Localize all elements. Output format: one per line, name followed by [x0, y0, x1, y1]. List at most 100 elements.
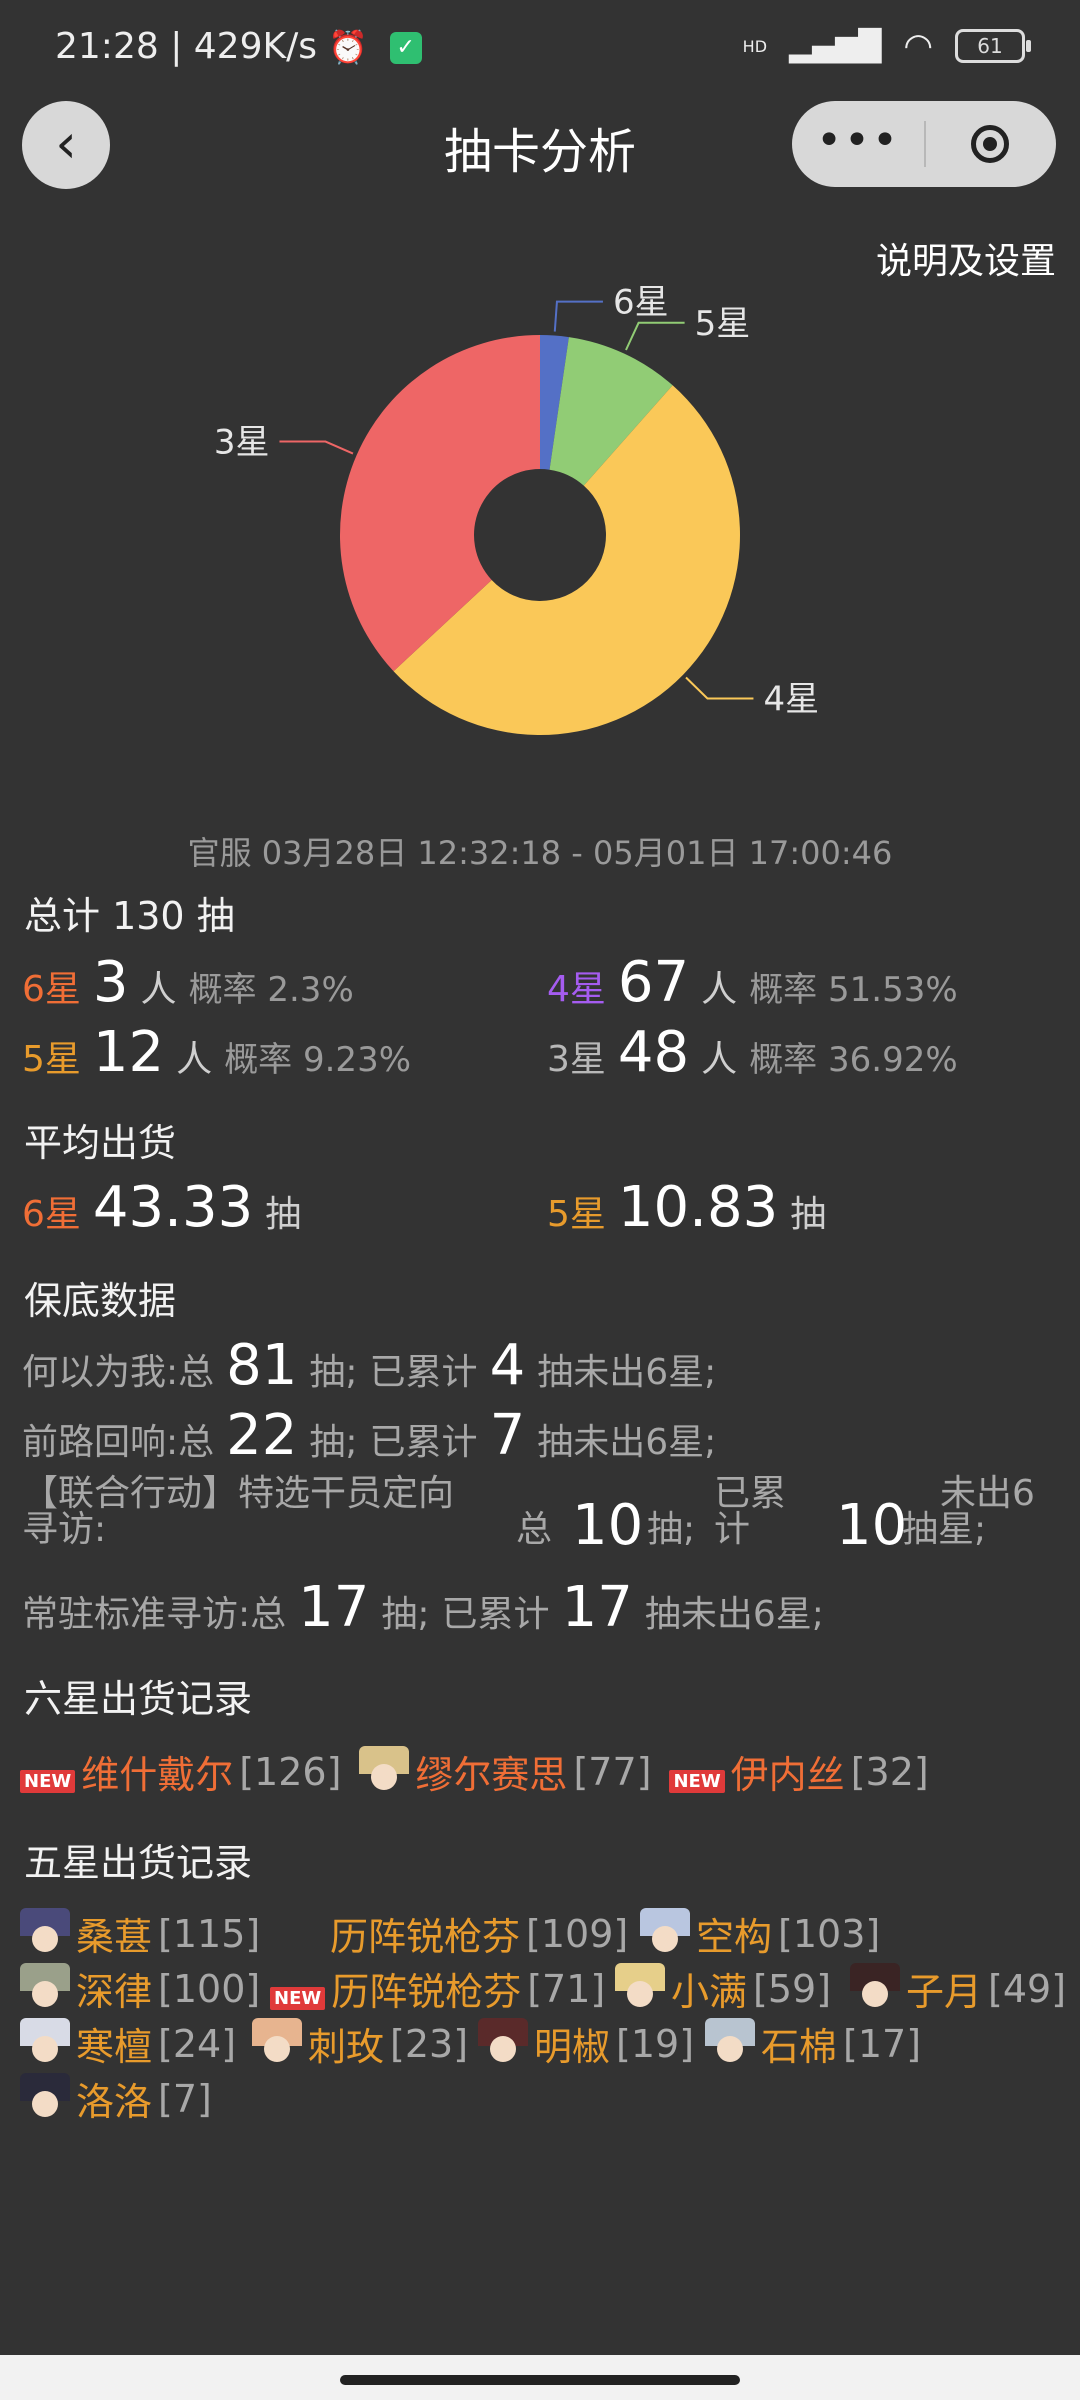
- record-count: [126]: [239, 1749, 342, 1794]
- record-name: 子月: [906, 1970, 983, 2014]
- average-5star-label: 5星: [547, 1194, 606, 1235]
- record-item[interactable]: NEW 伊内丝 [32]: [669, 1744, 929, 1799]
- new-badge: NEW: [20, 1770, 76, 1793]
- five-records-title: 五星出货记录: [24, 1841, 253, 1885]
- stat-6star: 6星 3 人 概率 2.3%: [22, 950, 366, 1015]
- guarantee-count: 10: [836, 1493, 908, 1558]
- guarantee-acc-line1: 已累: [714, 1473, 787, 1514]
- record-item[interactable]: 寒檀 [24]: [20, 2016, 236, 2071]
- record-count: [19]: [616, 2021, 695, 2066]
- record-item[interactable]: 小满 [59]: [615, 1961, 831, 2016]
- average-5star-value: 10.83: [617, 1175, 779, 1240]
- record-item[interactable]: 石棉 [17]: [705, 2016, 921, 2071]
- six-records-title: 六星出货记录: [24, 1677, 253, 1721]
- battery-icon: 61: [955, 29, 1031, 63]
- status-bar: 21:28 | 429K/s ⏰ ✓ HD ▂▄▆█ ◠ 61: [55, 26, 1031, 76]
- guarantee-total-unit: 抽;: [309, 1422, 358, 1463]
- operator-avatar: [478, 2017, 528, 2070]
- guarantee-title: 保底数据: [24, 1279, 177, 1323]
- guarantee-count: 17: [561, 1575, 633, 1640]
- average-6star-value: 43.33: [92, 1175, 254, 1240]
- stat-4star-rate: 概率 51.53%: [749, 970, 958, 1010]
- record-item[interactable]: 深律 [100]: [20, 1961, 260, 2016]
- stat-5star: 5星 12 人 概率 9.23%: [22, 1020, 423, 1085]
- shield-icon: ✓: [389, 32, 422, 64]
- guarantee-pool-line1: 【联合行动】特选干员定向: [22, 1473, 455, 1514]
- operator-avatar: [705, 2017, 755, 2070]
- alarm-icon: ⏰: [328, 28, 369, 66]
- stat-6star-count: 3: [92, 950, 129, 1015]
- pie-leader-line: [685, 676, 754, 700]
- guarantee-acc-line2: 计: [714, 1509, 751, 1550]
- stat-5star-count: 12: [92, 1020, 165, 1085]
- record-name: 历阵锐枪芬: [331, 1970, 522, 2014]
- record-item[interactable]: NEW 维什戴尔 [126]: [20, 1744, 341, 1799]
- pie-slice-label: 4星: [763, 679, 819, 719]
- pie-slice-label: 3星: [214, 423, 270, 463]
- date-range: 官服 03月28日 12:32:18 - 05月01日 17:00:46: [187, 834, 893, 872]
- stat-4star-label: 4星: [547, 969, 606, 1010]
- record-item[interactable]: 历阵锐枪芬 [109]: [330, 1906, 628, 1961]
- record-item[interactable]: 桑葚 [115]: [20, 1906, 260, 1961]
- record-name: 桑葚: [76, 1915, 153, 1959]
- record-name: 缪尔赛思: [415, 1753, 568, 1797]
- more-icon: •••: [816, 115, 900, 166]
- home-indicator[interactable]: [340, 2375, 740, 2385]
- operator-avatar: [20, 2017, 70, 2070]
- stat-5star-unit: 人: [176, 1039, 213, 1080]
- record-item[interactable]: 刺玫 [23]: [252, 2016, 468, 2071]
- guarantee-row: 何以为我:总 81 抽; 已累计 4 抽未出6星;: [22, 1333, 728, 1398]
- guarantee-total: 17: [298, 1575, 370, 1640]
- pie-leader-line: [625, 321, 685, 351]
- operator-avatar: [20, 1907, 70, 1960]
- pie-slice-label: 5星: [695, 304, 751, 344]
- pie-leader-line: [279, 440, 354, 455]
- operator-avatar: [252, 2017, 302, 2070]
- status-time: 21:28 | 429K/s: [55, 26, 317, 67]
- average-6star-label: 6星: [22, 1194, 81, 1235]
- record-item[interactable]: 洛洛 [7]: [20, 2071, 212, 2126]
- record-count: [100]: [158, 1966, 261, 2011]
- operator-avatar: [359, 1745, 410, 1798]
- stat-3star-count: 48: [617, 1020, 690, 1085]
- guarantee-pool-line2: 寻访:: [22, 1509, 107, 1550]
- stat-4star-unit: 人: [701, 969, 738, 1010]
- record-count: [77]: [573, 1749, 652, 1794]
- total-pulls: 总计 130 抽: [24, 894, 235, 938]
- record-count: [115]: [158, 1911, 261, 1956]
- average-5star: 5星 10.83 抽: [547, 1175, 838, 1240]
- battery-level: 61: [977, 34, 1003, 58]
- more-button[interactable]: •••: [792, 101, 924, 187]
- record-name: 明椒: [534, 2025, 611, 2069]
- guarantee-count-top: 未出6: [940, 1473, 1035, 1514]
- guarantee-count-unit: 抽星;: [902, 1509, 987, 1550]
- record-item[interactable]: 缪尔赛思 [77]: [359, 1744, 651, 1799]
- record-name: 石棉: [761, 2025, 838, 2069]
- stat-4star-count: 67: [617, 950, 690, 1015]
- stat-6star-label: 6星: [22, 969, 81, 1010]
- wifi-icon: ◠: [903, 26, 933, 66]
- record-item[interactable]: 明椒 [19]: [478, 2016, 694, 2071]
- guarantee-acc-label: 已累计: [441, 1594, 550, 1635]
- record-item[interactable]: NEW 历阵锐枪芬 [71]: [270, 1961, 605, 2016]
- record-count: [49]: [988, 1966, 1067, 2011]
- record-name: 寒檀: [76, 2025, 153, 2069]
- record-name: 小满: [671, 1970, 748, 2014]
- record-count: [24]: [158, 2021, 237, 2066]
- close-mini-program-button[interactable]: [924, 101, 1056, 187]
- record-count: [59]: [753, 1966, 832, 2011]
- stat-3star-unit: 人: [701, 1039, 738, 1080]
- record-item[interactable]: 空构 [103]: [640, 1906, 880, 1961]
- guarantee-total-unit: 抽;: [381, 1594, 430, 1635]
- guarantee-row: 常驻标准寻访:总 17 抽; 已累计 17 抽未出6星;: [22, 1575, 836, 1640]
- record-count: [32]: [850, 1749, 929, 1794]
- new-badge: NEW: [270, 1987, 326, 2010]
- record-name: 维什戴尔: [81, 1753, 234, 1797]
- record-item[interactable]: 子月 [49]: [850, 1961, 1066, 2016]
- operator-avatar: [850, 1962, 900, 2015]
- guarantee-pool: 何以为我:总: [22, 1352, 215, 1393]
- stat-3star-label: 3星: [547, 1039, 606, 1080]
- guarantee-count: 7: [489, 1403, 526, 1468]
- stat-5star-label: 5星: [22, 1039, 81, 1080]
- new-badge: NEW: [669, 1770, 725, 1793]
